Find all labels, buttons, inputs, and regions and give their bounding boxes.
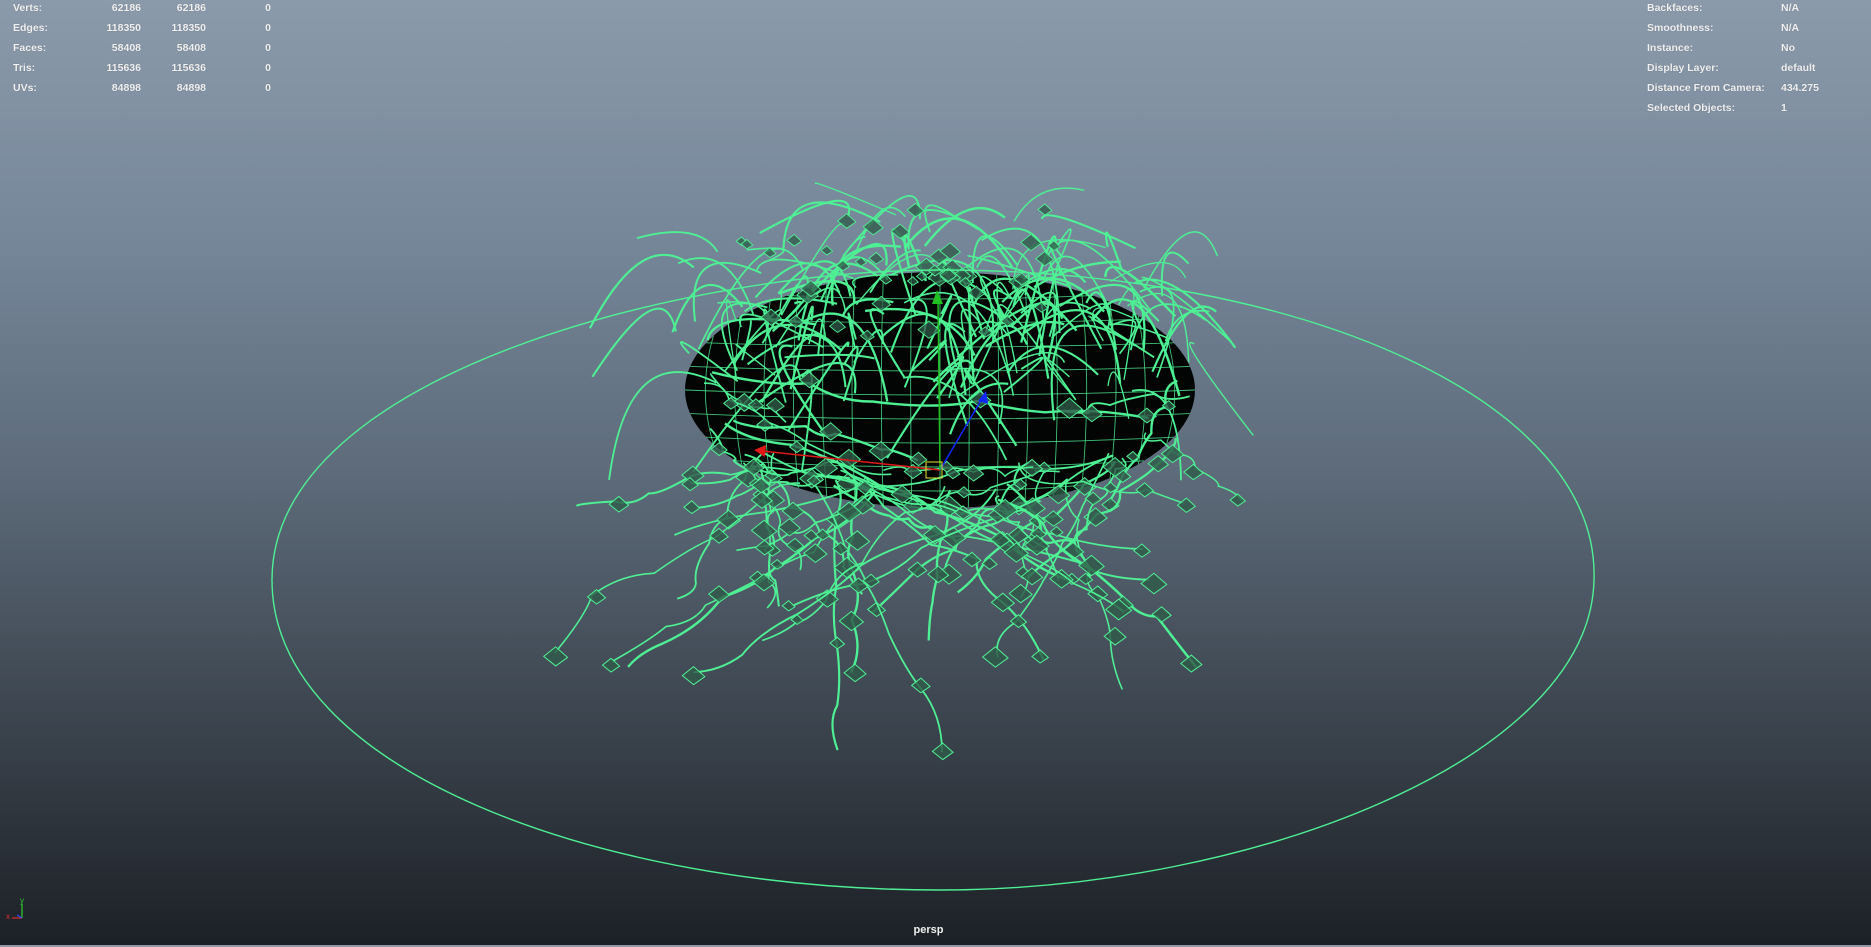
distance-value: 434.275 — [1781, 82, 1819, 94]
poly-count-hud: Verts: 62186 62186 0 Edges: 118350 118350 0 Fa… — [13, 0, 273, 98]
edges-label: Edges: — [13, 22, 49, 34]
faces-label: Faces: — [13, 42, 47, 54]
hud-row-faces: Faces: 58408 58408 0 — [13, 38, 273, 58]
leaf — [608, 495, 630, 513]
tangle-vine — [1189, 341, 1254, 436]
selected-objects-label: Selected Objects: — [1647, 102, 1736, 114]
view-axis-icon: y x — [6, 897, 24, 921]
verts-object: 62186 — [111, 2, 141, 14]
selected-objects-value: 1 — [1781, 102, 1787, 114]
object-details-hud: Backfaces: N/A Smoothness: N/A Instance: No… — [1647, 0, 1867, 118]
leaf — [1183, 463, 1204, 481]
leaf — [1043, 510, 1064, 527]
leaf — [906, 202, 925, 218]
verts-component: 0 — [265, 2, 271, 14]
edges-component: 0 — [265, 22, 271, 34]
leaf — [1103, 626, 1127, 646]
leaf — [683, 500, 701, 515]
leaf — [1135, 482, 1155, 498]
leaf — [1084, 491, 1102, 506]
leaf — [786, 233, 803, 247]
leaf — [1031, 649, 1050, 664]
hud-row-backfaces: Backfaces: N/A — [1647, 0, 1867, 18]
ground-vine — [553, 482, 801, 654]
edges-object: 118350 — [106, 22, 141, 34]
vine-wireframe-mesh[interactable] — [542, 182, 1254, 761]
leaf — [1140, 572, 1168, 595]
leaf — [1008, 583, 1033, 604]
leaf — [1049, 525, 1064, 538]
smoothness-value: N/A — [1781, 22, 1800, 34]
faces-selected: 58408 — [176, 42, 206, 54]
leaf — [1037, 203, 1053, 216]
backfaces-label: Backfaces: — [1647, 2, 1703, 14]
display-layer-value: default — [1781, 62, 1816, 74]
hud-row-verts: Verts: 62186 62186 0 — [13, 0, 273, 18]
leaf — [1049, 568, 1074, 589]
hud-row-smoothness: Smoothness: N/A — [1647, 18, 1867, 38]
leaf — [1179, 654, 1203, 673]
leaf — [781, 600, 796, 612]
axis-y-label: y — [20, 897, 24, 905]
hud-row-display-layer: Display Layer: default — [1647, 58, 1867, 78]
leaf — [836, 213, 857, 229]
scene-canvas[interactable] — [0, 0, 1871, 945]
leaf — [681, 666, 706, 686]
verts-selected: 62186 — [176, 2, 206, 14]
faces-component: 0 — [265, 42, 271, 54]
tangle-vine — [636, 231, 719, 253]
leaf — [1132, 543, 1151, 558]
tangle-vine — [1055, 228, 1072, 269]
camera-name-label: persp — [913, 924, 944, 936]
tris-object: 115636 — [106, 62, 141, 74]
leaf — [716, 509, 742, 530]
leaf — [770, 558, 785, 570]
hud-row-instance: Instance: No — [1647, 38, 1867, 58]
leaf — [1176, 497, 1197, 514]
leaf — [601, 657, 621, 673]
leaf — [1151, 606, 1172, 623]
verts-label: Verts: — [13, 2, 43, 14]
leaf — [838, 610, 865, 632]
leaf — [833, 556, 861, 579]
instance-label: Instance: — [1647, 42, 1694, 54]
instance-value: No — [1781, 42, 1795, 54]
tangle-vine — [907, 208, 979, 250]
tris-component: 0 — [265, 62, 271, 74]
tris-selected: 115636 — [171, 62, 206, 74]
leaf — [843, 663, 867, 683]
edges-selected: 118350 — [171, 22, 206, 34]
faces-object: 58408 — [111, 42, 141, 54]
uvs-object: 84898 — [111, 82, 141, 94]
hud-row-selected-objects: Selected Objects: 1 — [1647, 98, 1867, 118]
tangle-vine — [1013, 187, 1085, 222]
axis-x-label: x — [6, 912, 10, 921]
leaf — [981, 646, 1009, 668]
uvs-component: 0 — [265, 82, 271, 94]
leaf — [820, 245, 834, 256]
uvs-label: UVs: — [13, 82, 37, 94]
leaf — [542, 646, 569, 667]
leaf — [803, 543, 828, 563]
distance-label: Distance From Camera: — [1647, 82, 1765, 94]
ground-vine — [575, 463, 764, 507]
leaf — [1020, 233, 1042, 252]
hud-row-distance: Distance From Camera: 434.275 — [1647, 78, 1867, 98]
tangle-vine — [591, 307, 677, 378]
perspective-viewport[interactable]: Verts: 62186 62186 0 Edges: 118350 118350 0 Fa… — [0, 0, 1871, 945]
leaf — [981, 556, 998, 571]
display-layer-label: Display Layer: — [1647, 62, 1719, 74]
leaf — [707, 585, 731, 603]
smoothness-label: Smoothness: — [1647, 22, 1714, 34]
leaf — [931, 742, 954, 761]
hud-row-uvs: UVs: 84898 84898 0 — [13, 78, 273, 98]
leaf — [829, 636, 846, 650]
uvs-selected: 84898 — [176, 82, 206, 94]
hud-row-tris: Tris: 115636 115636 0 — [13, 58, 273, 78]
hud-row-edges: Edges: 118350 118350 0 — [13, 18, 273, 38]
tris-label: Tris: — [13, 62, 36, 74]
backfaces-value: N/A — [1781, 2, 1800, 14]
leaf — [1229, 493, 1247, 507]
